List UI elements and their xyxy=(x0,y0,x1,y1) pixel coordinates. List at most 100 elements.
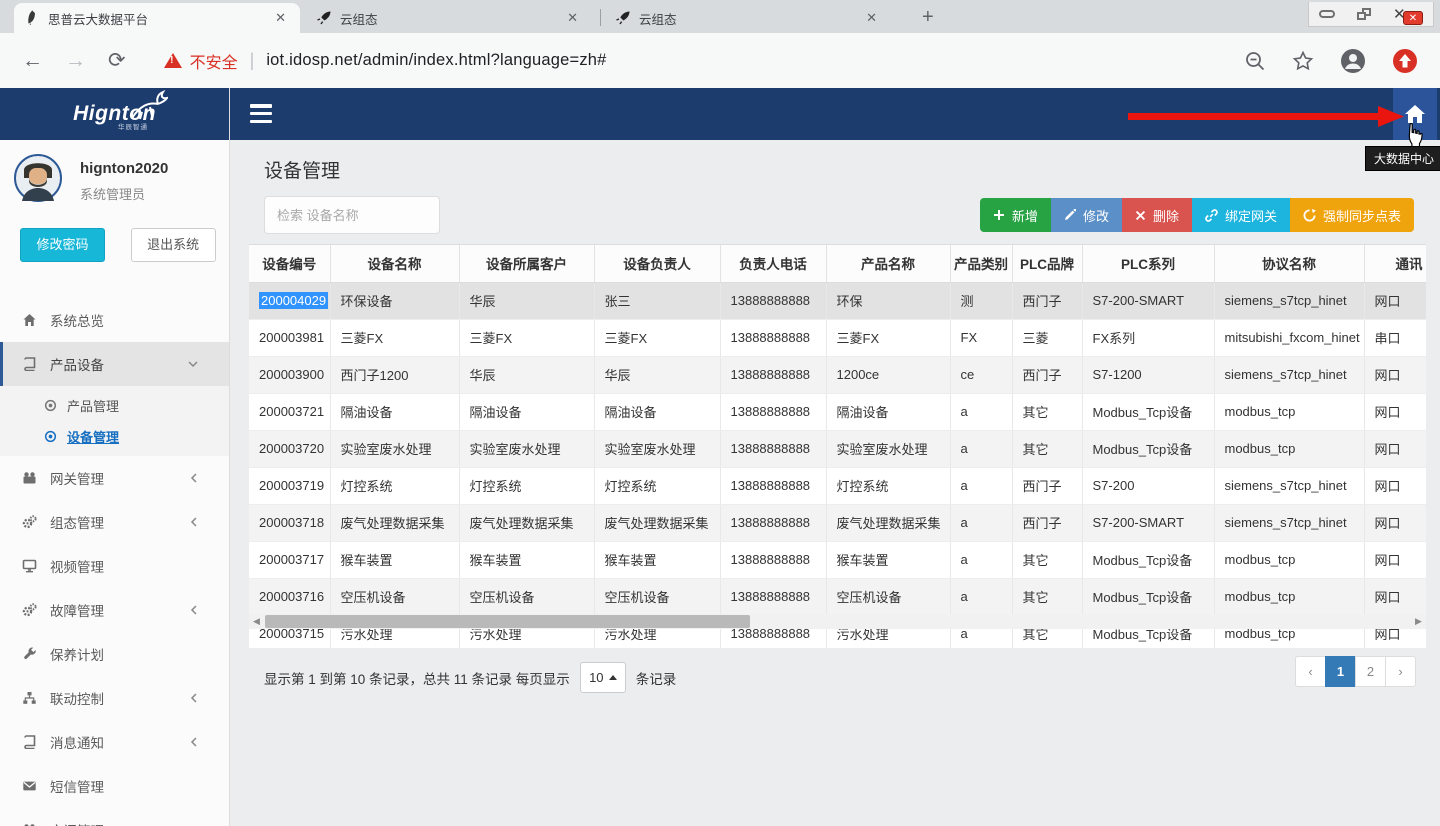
sidebar-item-device-mgmt[interactable]: 设备管理 xyxy=(0,421,229,452)
logout-button[interactable]: 退出系统 xyxy=(131,228,216,262)
table-cell[interactable]: 200003717 xyxy=(249,541,330,578)
table-cell[interactable]: 环保 xyxy=(826,282,950,319)
table-row[interactable]: 200003721隔油设备隔油设备隔油设备13888888888隔油设备a其它M… xyxy=(249,393,1426,430)
tab-close-icon[interactable]: ✕ xyxy=(271,8,290,28)
scroll-right-icon[interactable]: ▶ xyxy=(1411,614,1426,629)
table-cell[interactable]: 网口 xyxy=(1364,356,1426,393)
table-cell[interactable]: 实验室废水处理 xyxy=(826,430,950,467)
table-cell[interactable]: 13888888888 xyxy=(720,504,826,541)
table-cell[interactable]: 猴车装置 xyxy=(826,541,950,578)
table-cell[interactable]: 三菱FX xyxy=(826,319,950,356)
table-cell[interactable]: modbus_tcp xyxy=(1214,578,1364,615)
table-cell[interactable]: 网口 xyxy=(1364,578,1426,615)
table-cell[interactable]: 200003716 xyxy=(249,578,330,615)
table-cell[interactable]: modbus_tcp xyxy=(1214,541,1364,578)
table-cell[interactable]: 13888888888 xyxy=(720,356,826,393)
column-header[interactable]: PLC品牌 xyxy=(1012,245,1082,282)
table-cell[interactable]: 西门子1200 xyxy=(330,356,459,393)
tab-close-icon[interactable]: ✕ xyxy=(563,8,582,28)
pager-next-button[interactable]: › xyxy=(1385,656,1416,687)
table-cell[interactable]: 200003721 xyxy=(249,393,330,430)
table-cell[interactable]: 华辰 xyxy=(459,282,594,319)
table-row[interactable]: 200003718废气处理数据采集废气处理数据采集废气处理数据采集1388888… xyxy=(249,504,1426,541)
bind-gateway-button[interactable]: 绑定网关 xyxy=(1192,198,1290,232)
sidebar-item-products[interactable]: 产品设备 xyxy=(0,342,229,386)
column-header[interactable]: 协议名称 xyxy=(1214,245,1364,282)
minimize-button[interactable] xyxy=(1319,10,1335,18)
table-cell[interactable]: mitsubishi_fxcom_hinet xyxy=(1214,319,1364,356)
table-row[interactable]: 200003720实验室废水处理实验室废水处理实验室废水处理1388888888… xyxy=(249,430,1426,467)
table-cell[interactable]: 西门子 xyxy=(1012,504,1082,541)
menu-toggle-icon[interactable] xyxy=(250,104,272,123)
table-cell[interactable]: S7-200 xyxy=(1082,467,1214,504)
table-cell[interactable]: 三菱FX xyxy=(459,319,594,356)
table-cell[interactable]: 灯控系统 xyxy=(594,467,720,504)
page-size-select[interactable]: 10 xyxy=(580,662,626,693)
table-cell[interactable]: 其它 xyxy=(1012,393,1082,430)
table-cell[interactable]: 环保设备 xyxy=(330,282,459,319)
sidebar-item-scada[interactable]: 组态管理 xyxy=(0,500,229,544)
table-cell[interactable]: 13888888888 xyxy=(720,467,826,504)
url-text[interactable]: iot.idosp.net/admin/index.html?language=… xyxy=(266,51,606,70)
table-cell[interactable]: 200003719 xyxy=(249,467,330,504)
table-cell[interactable]: 网口 xyxy=(1364,504,1426,541)
table-cell[interactable]: 空压机设备 xyxy=(826,578,950,615)
reload-button[interactable]: ⟳ xyxy=(108,48,126,73)
table-row[interactable]: 200004029环保设备华辰张三13888888888环保测西门子S7-200… xyxy=(249,282,1426,319)
table-cell[interactable]: 猴车装置 xyxy=(330,541,459,578)
column-header[interactable]: 负责人电话 xyxy=(720,245,826,282)
table-cell[interactable]: 猴车装置 xyxy=(459,541,594,578)
table-cell[interactable]: FX xyxy=(950,319,1012,356)
table-cell[interactable]: siemens_s7tcp_hinet xyxy=(1214,356,1364,393)
column-header[interactable]: 通讯 xyxy=(1364,245,1426,282)
back-button[interactable]: ← xyxy=(22,49,43,73)
table-cell[interactable]: 西门子 xyxy=(1012,282,1082,319)
scroll-left-icon[interactable]: ◀ xyxy=(249,614,264,629)
table-cell[interactable]: 灯控系统 xyxy=(826,467,950,504)
table-cell[interactable]: 灯控系统 xyxy=(459,467,594,504)
table-cell[interactable]: 华辰 xyxy=(594,356,720,393)
pager-page-button[interactable]: 1 xyxy=(1325,656,1356,687)
force-sync-button[interactable]: 强制同步点表 xyxy=(1290,198,1414,232)
table-cell[interactable]: a xyxy=(950,504,1012,541)
table-row[interactable]: 200003717猴车装置猴车装置猴车装置13888888888猴车装置a其它M… xyxy=(249,541,1426,578)
table-cell[interactable]: 13888888888 xyxy=(720,282,826,319)
table-cell[interactable]: S7-200-SMART xyxy=(1082,282,1214,319)
table-cell[interactable]: 张三 xyxy=(594,282,720,319)
column-header[interactable]: 设备编号 xyxy=(249,245,330,282)
table-cell[interactable]: S7-200-SMART xyxy=(1082,504,1214,541)
table-cell[interactable]: siemens_s7tcp_hinet xyxy=(1214,282,1364,319)
table-cell[interactable]: 200003718 xyxy=(249,504,330,541)
table-cell[interactable]: Modbus_Tcp设备 xyxy=(1082,393,1214,430)
table-cell[interactable]: 隔油设备 xyxy=(826,393,950,430)
table-cell[interactable]: Modbus_Tcp设备 xyxy=(1082,541,1214,578)
table-cell[interactable]: 网口 xyxy=(1364,393,1426,430)
sidebar-item-video[interactable]: 视频管理 xyxy=(0,544,229,588)
close-button[interactable]: ✕✕ xyxy=(1393,5,1423,23)
sidebar-item-linkage[interactable]: 联动控制 xyxy=(0,676,229,720)
sidebar-item-fault[interactable]: 故障管理 xyxy=(0,588,229,632)
table-cell[interactable]: 隔油设备 xyxy=(594,393,720,430)
table-cell[interactable]: 空压机设备 xyxy=(594,578,720,615)
column-header[interactable]: 设备名称 xyxy=(330,245,459,282)
table-cell[interactable]: 其它 xyxy=(1012,430,1082,467)
table-cell[interactable]: 灯控系统 xyxy=(330,467,459,504)
table-cell[interactable]: 其它 xyxy=(1012,541,1082,578)
table-cell[interactable]: ce xyxy=(950,356,1012,393)
horizontal-scrollbar[interactable]: ◀ ▶ xyxy=(249,614,1426,629)
table-cell[interactable]: 隔油设备 xyxy=(330,393,459,430)
table-cell[interactable]: a xyxy=(950,430,1012,467)
table-cell[interactable]: a xyxy=(950,541,1012,578)
home-button[interactable] xyxy=(1393,88,1437,140)
table-cell[interactable]: 废气处理数据采集 xyxy=(459,504,594,541)
table-cell[interactable]: S7-1200 xyxy=(1082,356,1214,393)
table-cell[interactable]: 三菱FX xyxy=(330,319,459,356)
column-header[interactable]: 设备所属客户 xyxy=(459,245,594,282)
sidebar-item-notification[interactable]: 消息通知 xyxy=(0,720,229,764)
table-cell[interactable]: 废气处理数据采集 xyxy=(826,504,950,541)
table-cell[interactable]: 三菱 xyxy=(1012,319,1082,356)
browser-tab-1[interactable]: 思普云大数据平台 ✕ xyxy=(14,3,300,33)
table-row[interactable]: 200003716空压机设备空压机设备空压机设备13888888888空压机设备… xyxy=(249,578,1426,615)
add-button[interactable]: 新增 xyxy=(980,198,1051,232)
table-cell[interactable]: 其它 xyxy=(1012,578,1082,615)
